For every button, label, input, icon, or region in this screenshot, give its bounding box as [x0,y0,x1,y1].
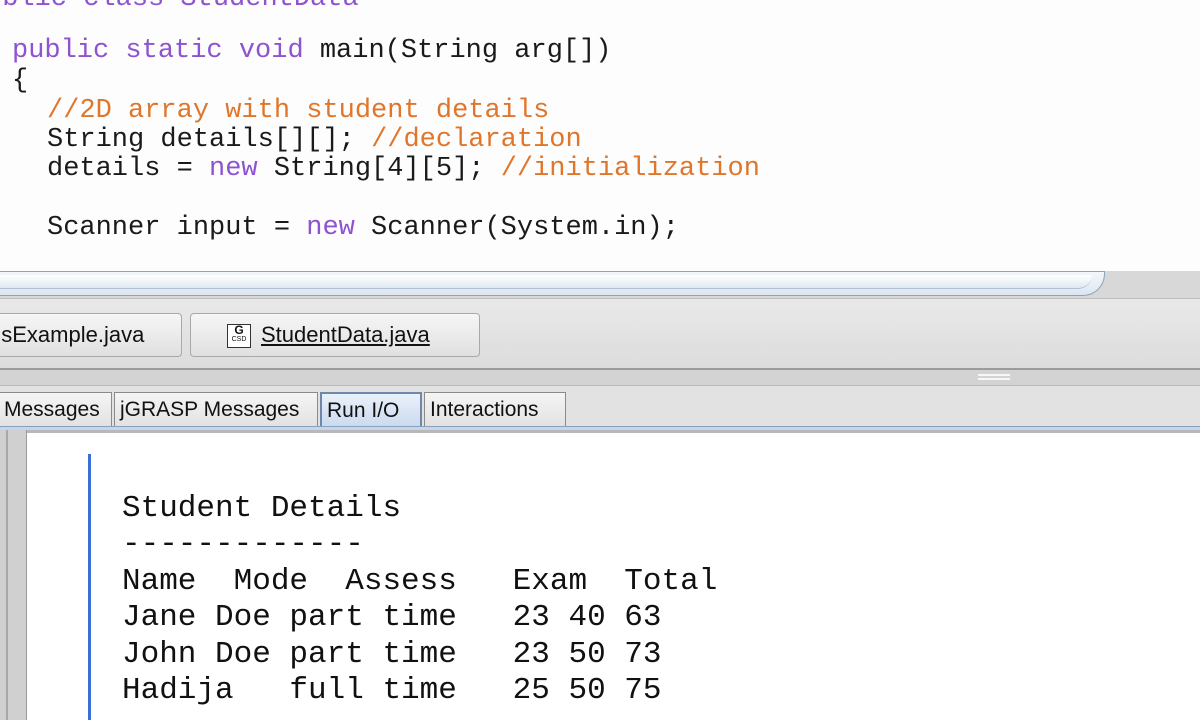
run-io-gutter [0,430,27,720]
code-line-main-signature: public static void main(String arg[]) [12,36,612,66]
code-line-comment: //2D array with student details [47,96,549,126]
code-text: Scanner input = [47,213,307,243]
file-tab-bar: nsExample.java G CSD StudentData.java [0,298,1200,369]
tab-jgrasp-messages[interactable]: jGRASP Messages [114,392,318,428]
output-line-row: John Doe part time 23 50 73 [122,637,662,672]
run-output-marker [88,454,91,720]
tab-interactions[interactable]: Interactions [424,392,566,428]
code-line-scanner: Scanner input = new Scanner(System.in); [47,213,679,243]
run-io-panel[interactable]: Student Details ------------- Name Mode … [0,430,1200,720]
output-line-header: Name Mode Assess Exam Total [122,564,718,599]
code-line-open-brace: { [12,66,28,96]
file-tab-studentdata[interactable]: G CSD StudentData.java [190,313,480,357]
code-line-declaration: String details[][]; //declaration [47,125,582,155]
code-line-initialization: details = new String[4][5]; //initializa… [47,154,760,184]
code-text: { [12,66,29,96]
code-text: String details[][]; [47,125,372,155]
code-keyword: new [209,154,258,184]
editor-horizontal-scrollbar[interactable] [0,271,1200,298]
panel-top-border [26,430,1200,433]
code-text: Scanner(System.in); [354,213,679,243]
tab-label: jGRASP Messages [120,398,300,421]
scrollbar-track[interactable] [0,271,1105,296]
code-line-class-header: ublic class StudentData [0,0,359,14]
splitter-grip-icon[interactable] [978,374,1010,380]
code-text: main(String arg[]) [303,36,612,66]
code-text: String[4][5]; [257,154,501,184]
tab-label: Run I/O [327,399,400,422]
pane-splitter[interactable] [0,368,1200,386]
output-line-heading: Student Details [122,491,402,526]
code-comment: //initialization [500,154,760,184]
tab-compile-messages[interactable]: Messages [0,392,112,428]
message-tab-bar: Messages jGRASP Messages Run I/O Interac… [0,386,1200,431]
code-editor[interactable]: ublic class StudentData public static vo… [0,0,1200,272]
file-tab-label: StudentData.java [261,322,430,347]
scrollbar-thumb[interactable] [0,275,1092,289]
jgrasp-csd-file-icon: G CSD [227,324,251,348]
file-tab-label: nsExample.java [0,322,145,347]
code-comment: //2D array with student details [47,96,550,126]
output-line-row: Jane Doe part time 23 40 63 [122,600,662,635]
gutter-line [6,430,8,720]
code-comment: //declaration [371,125,582,155]
code-keyword: new [306,213,355,243]
code-text: details = [47,154,210,184]
tab-label: Messages [4,398,100,421]
tab-run-io[interactable]: Run I/O [320,392,422,428]
code-keyword: public static void [12,36,304,66]
code-class-header: ublic class StudentData [0,0,359,14]
output-line-divider: ------------- [122,527,364,562]
output-line-row: Hadija full time 25 50 75 [122,673,662,708]
tab-label: Interactions [430,398,539,421]
file-tab-example[interactable]: nsExample.java [0,313,182,357]
